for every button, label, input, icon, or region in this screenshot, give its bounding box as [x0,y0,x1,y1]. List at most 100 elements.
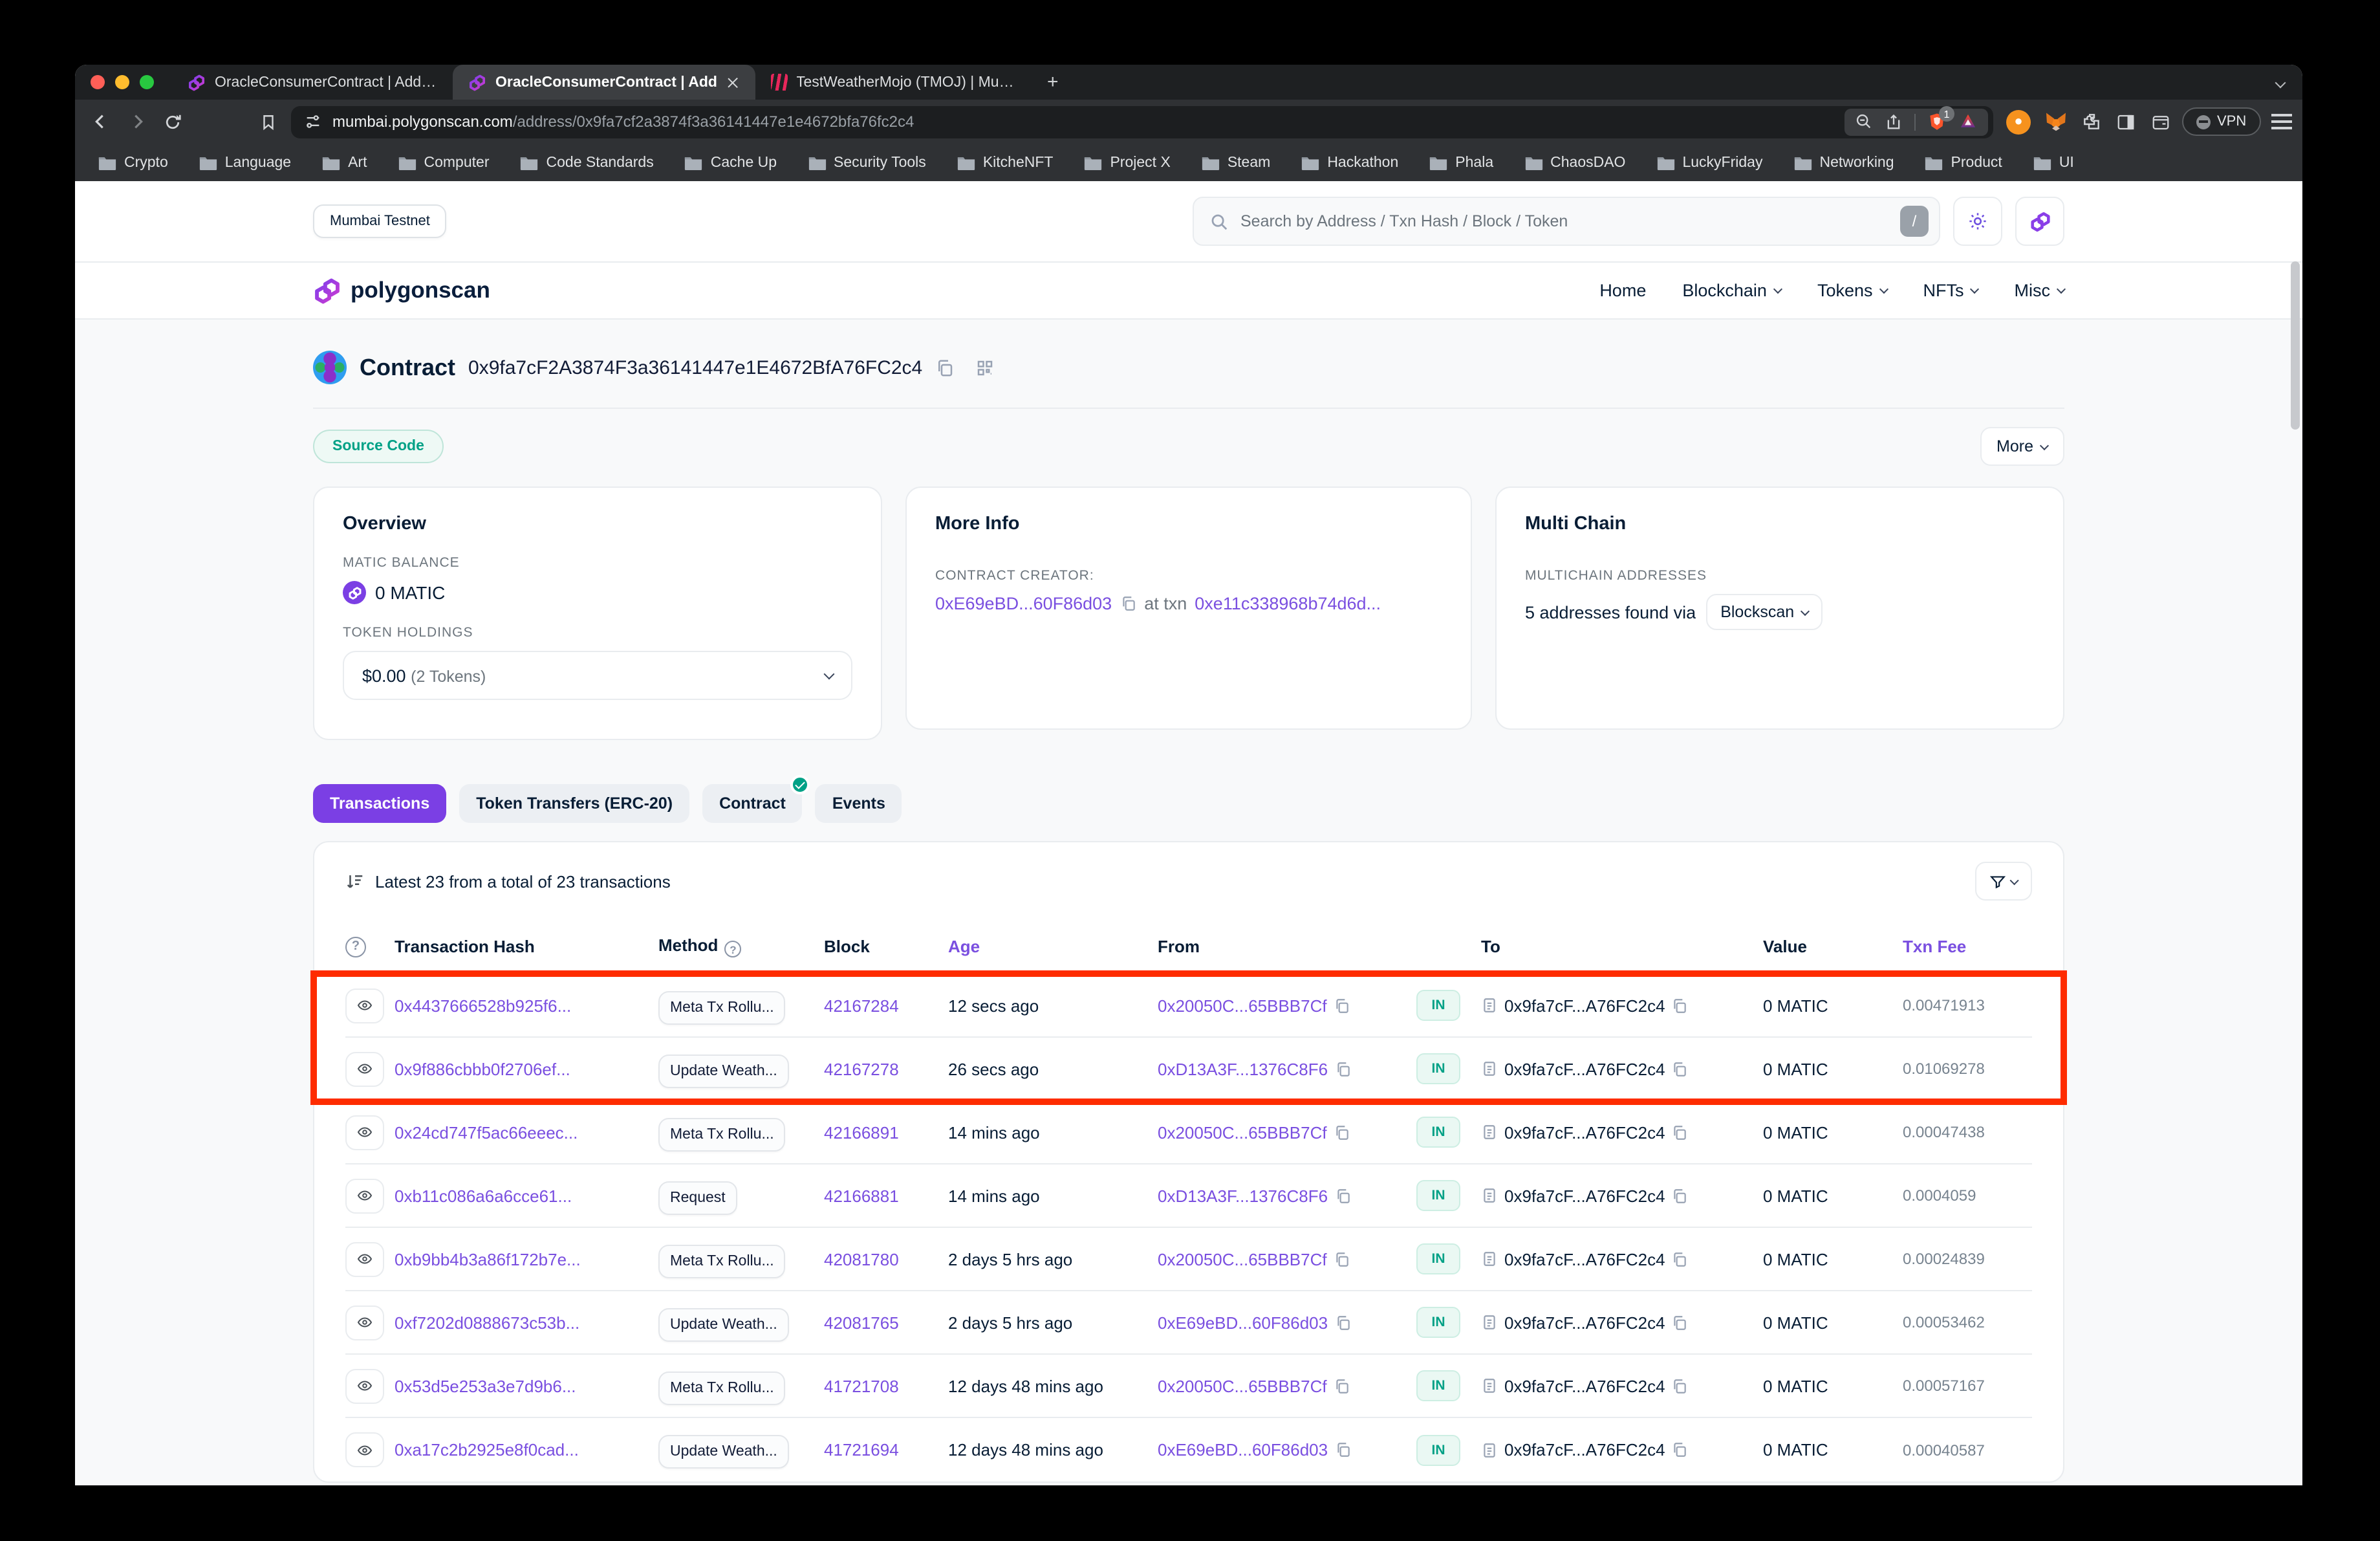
copy-to-icon[interactable] [1672,1314,1689,1331]
bookmark-folder[interactable]: Security Tools [808,155,926,170]
block-link[interactable]: 41721694 [824,1440,943,1459]
bat-rewards-icon[interactable] [1958,113,1978,131]
token-holdings-dropdown[interactable]: $0.00 (2 Tokens) [343,651,852,700]
metamask-extension-icon[interactable] [2044,110,2068,133]
reload-button[interactable] [160,107,186,136]
col-fee-sort[interactable]: Txn Fee [1903,937,2014,956]
tab-contract[interactable]: Contract [702,784,803,823]
source-code-badge[interactable]: Source Code [313,430,444,463]
nav-blockchain[interactable]: Blockchain [1682,281,1781,300]
txn-hash-link[interactable]: 0x53d5e253a3e7d9b6... [395,1376,653,1395]
tab-events[interactable]: Events [816,784,902,823]
method-badge[interactable]: Meta Tx Rollu... [658,1371,786,1404]
bookmark-folder[interactable]: Crypto [98,155,168,170]
filter-button[interactable] [1975,862,2032,901]
nav-misc[interactable]: Misc [2015,281,2065,300]
preview-eye-button[interactable] [345,988,384,1023]
bookmark-folder[interactable]: Product [1925,155,2002,170]
creation-txn-link[interactable]: 0xe11c338968b74d6d... [1195,594,1381,613]
from-address-link[interactable]: 0xD13A3F...1376C8F6 [1158,1059,1328,1078]
tab-search-chevron-icon[interactable] [2277,65,2284,100]
bookmark-folder[interactable]: LuckyFriday [1656,155,1762,170]
close-tab-icon[interactable] [726,76,739,89]
creator-address-link[interactable]: 0xE69eBD...60F86d03 [935,594,1112,613]
copy-from-icon[interactable] [1334,1060,1351,1077]
copy-address-icon[interactable] [935,358,955,377]
preview-eye-button[interactable] [345,1241,384,1276]
maximize-window-button[interactable] [140,75,154,89]
txn-hash-link[interactable]: 0x24cd747f5ac66eeec... [395,1122,653,1142]
bookmark-folder[interactable]: Networking [1793,155,1894,170]
polkadot-extension-icon[interactable]: ● [2006,109,2031,134]
from-address-link[interactable]: 0x20050C...65BBB7Cf [1158,1122,1327,1142]
bookmark-folder[interactable]: UI [2033,155,2074,170]
from-address-link[interactable]: 0xE69eBD...60F86d03 [1158,1440,1328,1459]
search-bar[interactable]: Search by Address / Txn Hash / Block / T… [1193,197,1940,246]
tab-transactions[interactable]: Transactions [313,784,446,823]
copy-to-icon[interactable] [1672,1124,1689,1141]
preview-eye-button[interactable] [345,1178,384,1213]
bookmark-folder[interactable]: Phala [1429,155,1493,170]
vpn-button[interactable]: VPN [2182,107,2260,136]
bookmark-folder[interactable]: Computer [398,155,490,170]
txn-hash-link[interactable]: 0x9f886cbbb0f2706ef... [395,1059,653,1078]
preview-eye-button[interactable] [345,1115,384,1150]
method-badge[interactable]: Update Weath... [658,1307,789,1341]
network-badge[interactable]: Mumbai Testnet [313,204,447,238]
copy-from-icon[interactable] [1334,997,1350,1014]
block-link[interactable]: 42167278 [824,1059,943,1078]
forward-button[interactable] [124,107,150,136]
method-badge[interactable]: Meta Tx Rollu... [658,1117,786,1151]
from-address-link[interactable]: 0x20050C...65BBB7Cf [1158,1376,1327,1395]
copy-to-icon[interactable] [1672,1060,1689,1077]
minimize-window-button[interactable] [115,75,129,89]
copy-from-icon[interactable] [1334,1187,1351,1204]
new-tab-button[interactable]: + [1034,65,1072,100]
method-help-icon[interactable]: ? [724,941,741,958]
theme-toggle-button[interactable] [1953,197,2002,246]
sidebar-icon[interactable] [2115,112,2137,131]
preview-eye-button[interactable] [345,1051,384,1086]
zoom-out-icon[interactable] [1855,113,1873,131]
block-link[interactable]: 42167284 [824,996,943,1015]
bookmark-folder[interactable]: KitcheNFT [957,155,1054,170]
close-window-button[interactable] [91,75,105,89]
copy-from-icon[interactable] [1334,1124,1350,1141]
network-switch-button[interactable] [2015,197,2064,246]
method-badge[interactable]: Meta Tx Rollu... [658,1244,786,1278]
txn-hash-link[interactable]: 0xb9bb4b3a86f172b7e... [395,1249,653,1269]
block-link[interactable]: 42166881 [824,1186,943,1205]
method-badge[interactable]: Meta Tx Rollu... [658,990,786,1024]
bookmark-folder[interactable]: Cache Up [685,155,777,170]
bookmark-page-icon[interactable] [255,107,281,136]
copy-to-icon[interactable] [1672,1187,1689,1204]
preview-eye-button[interactable] [345,1368,384,1403]
preview-eye-button[interactable] [345,1305,384,1340]
from-address-link[interactable]: 0xD13A3F...1376C8F6 [1158,1186,1328,1205]
copy-to-icon[interactable] [1672,997,1689,1014]
from-address-link[interactable]: 0x20050C...65BBB7Cf [1158,996,1327,1015]
method-badge[interactable]: Update Weath... [658,1054,789,1087]
browser-tab-3[interactable]: TestWeatherMojo (TMOJ) | Mumbai [755,65,1034,100]
page-scrollbar[interactable] [2291,261,2300,430]
help-icon[interactable]: ? [345,936,366,957]
copy-to-icon[interactable] [1672,1377,1689,1394]
browser-tab-1[interactable]: OracleConsumerContract | Address [172,65,453,100]
bookmark-folder[interactable]: ChaosDAO [1524,155,1625,170]
browser-tab-2-active[interactable]: OracleConsumerContract | Add [453,65,755,100]
polygonscan-logo[interactable]: polygonscan [313,276,490,305]
copy-creator-icon[interactable] [1120,595,1136,612]
block-link[interactable]: 41721708 [824,1376,943,1395]
more-button[interactable]: More [1980,427,2064,466]
block-link[interactable]: 42081780 [824,1249,943,1269]
copy-to-icon[interactable] [1672,1441,1689,1458]
txn-hash-link[interactable]: 0xb11c086a6a6cce61... [395,1186,653,1205]
copy-from-icon[interactable] [1334,1251,1350,1267]
qr-code-icon[interactable] [975,358,995,377]
txn-hash-link[interactable]: 0xf7202d0888673c53b... [395,1313,653,1332]
method-badge[interactable]: Request [658,1181,737,1214]
copy-from-icon[interactable] [1334,1441,1351,1458]
nav-tokens[interactable]: Tokens [1817,281,1887,300]
col-age-sort[interactable]: Age [948,937,1152,956]
copy-from-icon[interactable] [1334,1314,1351,1331]
